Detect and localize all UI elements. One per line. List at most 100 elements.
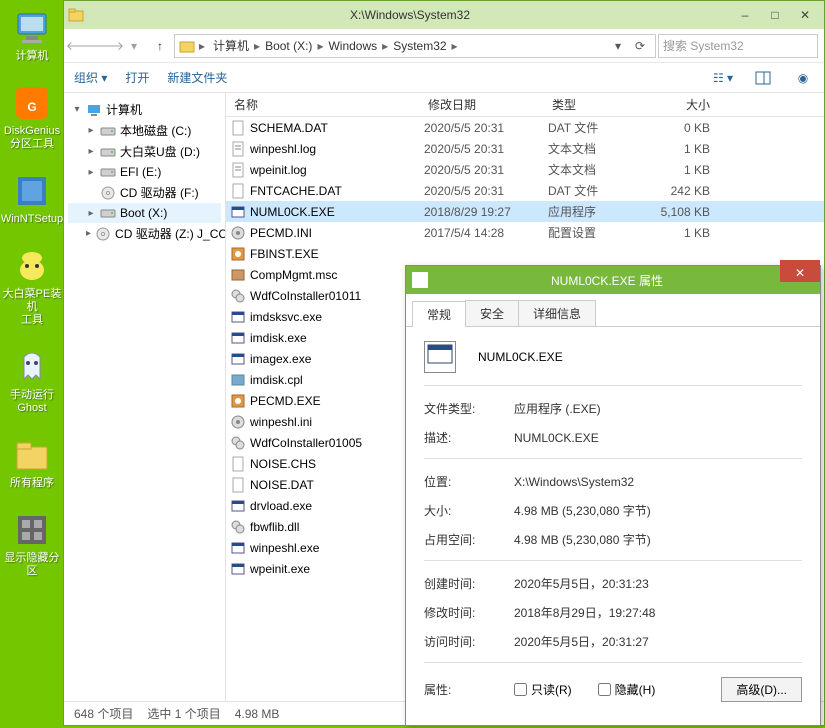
dbcpe-icon [12, 246, 52, 286]
selection-size: 4.98 MB [235, 707, 280, 721]
prop-label: 修改时间: [424, 604, 514, 621]
file-row[interactable]: FNTCACHE.DAT2020/5/5 20:31DAT 文件242 KB [226, 180, 824, 201]
wns-icon [12, 171, 52, 211]
computer-icon [86, 102, 102, 118]
close-button[interactable]: ✕ [790, 5, 820, 25]
desktop-icon-wns[interactable]: WinNTSetup [0, 171, 64, 226]
titlebar[interactable]: X:\Windows\System32 – □ ✕ [64, 1, 824, 29]
dialog-title: NUML0CK.EXE 属性 [434, 272, 780, 289]
dll-icon [230, 519, 246, 535]
file-row[interactable]: NUML0CK.EXE2018/8/29 19:27应用程序5,108 KB [226, 201, 824, 222]
recent-dropdown[interactable]: ▾ [122, 34, 146, 58]
desktop-icon-dg[interactable]: GDiskGenius分区工具 [0, 83, 64, 151]
svg-text:G: G [27, 100, 36, 114]
prop-label: 文件类型: [424, 400, 514, 417]
nav-tree: ▾计算机▸本地磁盘 (C:)▸大白菜U盘 (D:)▸EFI (E:)CD 驱动器… [64, 93, 226, 701]
desktop-icon-ghost[interactable]: 手动运行Ghost [0, 347, 64, 415]
exe-icon [230, 540, 246, 556]
prop-value: 2018年8月29日，19:27:48 [514, 604, 802, 621]
dll-icon [230, 288, 246, 304]
organize-menu[interactable]: 组织 ▾ [74, 69, 107, 86]
col-size[interactable]: 大小 [634, 96, 722, 113]
tree-node[interactable]: ▸CD 驱动器 (Z:) J_CC [68, 223, 221, 244]
prop-label: 描述: [424, 429, 514, 446]
chevron-right-icon[interactable]: ▸ [381, 39, 389, 53]
advanced-button[interactable]: 高级(D)... [721, 677, 802, 702]
chevron-right-icon[interactable]: ▸ [451, 39, 459, 53]
file-row[interactable]: wpeinit.log2020/5/5 20:31文本文档1 KB [226, 159, 824, 180]
window-title: X:\Windows\System32 [90, 8, 730, 22]
tab-general[interactable]: 常规 [412, 301, 466, 327]
file-row[interactable]: SCHEMA.DAT2020/5/5 20:31DAT 文件0 KB [226, 117, 824, 138]
forward-button[interactable]: 🡒 [96, 34, 120, 58]
computer-icon [12, 8, 52, 48]
readonly-checkbox[interactable]: 只读(R) [514, 681, 572, 698]
command-bar: 组织 ▾ 打开 新建文件夹 ☷ ▾ ◉ [64, 63, 824, 93]
address-dropdown[interactable]: ▾ [607, 35, 629, 57]
col-name[interactable]: 名称 [230, 96, 424, 113]
breadcrumb-item[interactable]: 计算机 [209, 38, 253, 54]
help-button[interactable]: ◉ [792, 67, 814, 89]
filename-input[interactable] [478, 350, 802, 364]
toggle-icon[interactable]: ▸ [86, 167, 96, 178]
address-bar[interactable]: ▸ 计算机▸Boot (X:)▸Windows▸System32▸ ▾ ⟳ [174, 34, 656, 58]
folder-icon [68, 7, 84, 23]
preview-pane-button[interactable] [752, 67, 774, 89]
file-row[interactable]: FBINST.EXE [226, 243, 824, 264]
tree-node[interactable]: ▸大白菜U盘 (D:) [68, 141, 221, 162]
file-icon [230, 183, 246, 199]
exe-icon [230, 351, 246, 367]
view-options-button[interactable]: ☷ ▾ [712, 67, 734, 89]
toggle-icon[interactable]: ▾ [72, 104, 82, 115]
desktop-icon-dbcpe[interactable]: 大白菜PE装机工具 [0, 246, 64, 327]
search-input[interactable]: 搜索 System32 [658, 34, 818, 58]
desktop-icons: 计算机 GDiskGenius分区工具 WinNTSetup 大白菜PE装机工具手动运… [0, 0, 64, 598]
app-icon [412, 272, 428, 288]
prop-label: 占用空间: [424, 531, 514, 548]
prop-value: 2020年5月5日，20:31:27 [514, 633, 802, 650]
dialog-titlebar[interactable]: NUML0CK.EXE 属性 ✕ [406, 266, 820, 294]
new-folder-button[interactable]: 新建文件夹 [167, 69, 227, 86]
exe-icon [230, 561, 246, 577]
desktop-icon-folder[interactable]: 所有程序 [0, 435, 64, 490]
open-button[interactable]: 打开 [125, 69, 149, 86]
breadcrumb-item[interactable]: System32 [389, 38, 450, 54]
col-type[interactable]: 类型 [548, 96, 634, 113]
tree-node[interactable]: CD 驱动器 (F:) [68, 182, 221, 203]
toggle-icon[interactable]: ▸ [86, 146, 96, 157]
toggle-icon[interactable]: ▸ [86, 125, 96, 136]
prop-value: 4.98 MB (5,230,080 字节) [514, 531, 802, 548]
ghost-icon [12, 347, 52, 387]
tree-node[interactable]: ▾计算机 [68, 99, 221, 120]
tree-node[interactable]: ▸EFI (E:) [68, 162, 221, 182]
column-headers[interactable]: 名称 修改日期 类型 大小 [226, 93, 824, 117]
file-row[interactable]: winpeshl.log2020/5/5 20:31文本文档1 KB [226, 138, 824, 159]
file-type-icon [424, 341, 456, 373]
cpl-icon [230, 372, 246, 388]
exe-icon [230, 498, 246, 514]
hidden-checkbox[interactable]: 隐藏(H) [598, 681, 656, 698]
refresh-button[interactable]: ⟳ [629, 35, 651, 57]
folder-icon [179, 38, 195, 54]
chevron-right-icon[interactable]: ▸ [253, 39, 261, 53]
folder-icon [12, 435, 52, 475]
up-button[interactable]: ↑ [148, 34, 172, 58]
back-button[interactable]: 🡐 [70, 34, 94, 58]
file-row[interactable]: PECMD.INI2017/5/4 14:28配置设置1 KB [226, 222, 824, 243]
tree-node[interactable]: ▸本地磁盘 (C:) [68, 120, 221, 141]
desktop-icon-grid[interactable]: 显示隐藏分区 [0, 510, 64, 578]
col-date[interactable]: 修改日期 [424, 96, 548, 113]
minimize-button[interactable]: – [730, 5, 760, 25]
tab-details[interactable]: 详细信息 [518, 300, 596, 326]
toggle-icon[interactable]: ▸ [86, 208, 96, 219]
properties-dialog: NUML0CK.EXE 属性 ✕ 常规 安全 详细信息 文件类型:应用程序 (.… [405, 265, 821, 726]
breadcrumb-item[interactable]: Windows [324, 38, 381, 54]
file-icon [230, 477, 246, 493]
toggle-icon[interactable]: ▸ [86, 228, 91, 239]
tree-node[interactable]: ▸Boot (X:) [68, 203, 221, 223]
desktop-icon-computer[interactable]: 计算机 [0, 8, 64, 63]
breadcrumb-item[interactable]: Boot (X:) [261, 38, 316, 54]
dialog-close-button[interactable]: ✕ [780, 260, 820, 282]
maximize-button[interactable]: □ [760, 5, 790, 25]
tab-security[interactable]: 安全 [465, 300, 519, 326]
